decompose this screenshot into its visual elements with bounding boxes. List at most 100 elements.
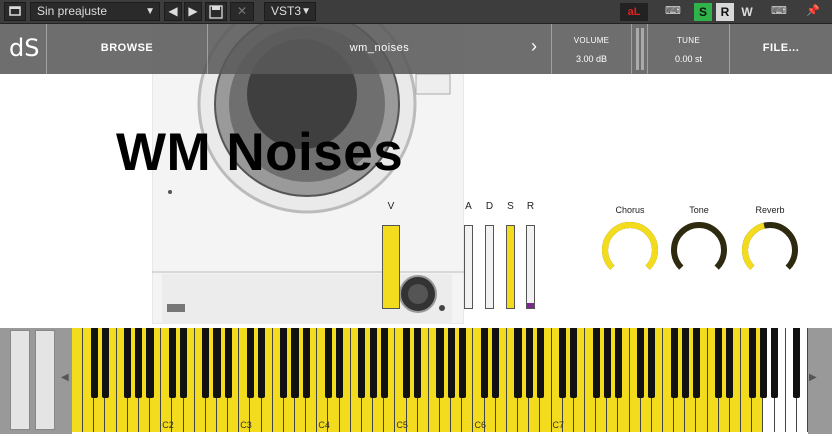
mod-wheel[interactable] <box>35 330 55 430</box>
black-key[interactable] <box>280 328 288 398</box>
prev-preset-button[interactable]: ◀ <box>164 2 182 21</box>
format-label: VST3 <box>271 4 302 18</box>
black-key[interactable] <box>692 328 701 398</box>
black-key[interactable] <box>603 328 611 398</box>
black-key[interactable] <box>793 328 801 398</box>
black-key[interactable] <box>592 328 600 398</box>
black-key[interactable] <box>447 328 455 398</box>
black-key[interactable] <box>670 328 678 398</box>
black-key[interactable] <box>481 328 489 398</box>
octave-label: C5 <box>396 420 408 430</box>
preset-dropdown[interactable]: Sin preajuste ▼ <box>30 2 160 21</box>
octave-down-arrow[interactable]: ◀ <box>61 372 73 386</box>
white-key[interactable] <box>72 328 84 432</box>
octave-label: C7 <box>552 420 565 430</box>
knob-label: Tone <box>689 205 709 215</box>
black-key[interactable] <box>90 328 98 398</box>
save-preset-button[interactable] <box>205 2 227 21</box>
black-key[interactable] <box>135 328 143 398</box>
black-key[interactable] <box>380 328 388 398</box>
chevron-right-icon[interactable]: › <box>531 36 537 57</box>
black-key[interactable] <box>146 328 154 398</box>
black-key[interactable] <box>291 328 299 398</box>
host-toolbar: Sin preajuste ▼ ◀ ▶ ✕ VST3 ▼ aL ⌨ S R W … <box>0 0 832 24</box>
al-button[interactable]: aL <box>620 3 648 21</box>
octave-label: C6 <box>474 420 486 430</box>
browse-label: BROWSE <box>100 42 154 54</box>
slider-label-v: V <box>387 201 395 212</box>
patch-name-display[interactable]: wm_noises › <box>208 24 552 74</box>
file-menu-button[interactable]: FILE... <box>730 24 832 74</box>
slider-r[interactable] <box>526 225 535 309</box>
slider-fill <box>527 303 534 308</box>
instrument-title: WM Noises <box>116 123 404 182</box>
black-key[interactable] <box>358 328 366 398</box>
save-icon <box>209 5 223 19</box>
black-key[interactable] <box>748 328 756 398</box>
pin-icon[interactable]: 📌 <box>804 2 822 21</box>
patch-name: wm_noises <box>349 42 410 54</box>
toggle-w-button[interactable]: W <box>738 3 756 21</box>
black-key[interactable] <box>436 328 444 398</box>
black-key[interactable] <box>168 328 176 398</box>
black-key[interactable] <box>458 328 466 398</box>
slider-label-a: A <box>465 201 472 212</box>
tune-value: 0.00 st <box>674 54 703 64</box>
toggle-r-button[interactable]: R <box>716 3 734 21</box>
next-preset-button[interactable]: ▶ <box>184 2 202 21</box>
browse-button[interactable]: BROWSE <box>47 24 208 74</box>
black-key[interactable] <box>637 328 645 398</box>
tune-control[interactable]: TUNE 0.00 st <box>648 24 730 74</box>
black-key[interactable] <box>414 328 422 398</box>
black-key[interactable] <box>715 328 723 398</box>
black-key[interactable] <box>759 328 767 398</box>
black-key[interactable] <box>179 328 188 398</box>
slider-fill <box>383 226 399 308</box>
black-key[interactable] <box>324 328 333 398</box>
slider-label-r: R <box>526 201 535 212</box>
black-key[interactable] <box>681 328 689 398</box>
black-key[interactable] <box>492 328 500 398</box>
keyboard-map-icon[interactable]: ⌨ <box>658 2 688 21</box>
black-key[interactable] <box>213 328 221 398</box>
preset-name: Sin preajuste <box>37 4 108 18</box>
knob-tone[interactable]: Tone <box>668 205 730 282</box>
octave-up-arrow[interactable]: ▶ <box>809 372 821 386</box>
black-key[interactable] <box>246 328 254 398</box>
black-key[interactable] <box>258 328 266 398</box>
black-key[interactable] <box>536 328 544 398</box>
slider-label-d: D <box>485 201 494 212</box>
window-icon-button[interactable] <box>4 2 26 21</box>
black-key[interactable] <box>525 328 533 398</box>
black-key[interactable] <box>770 328 779 398</box>
toggle-s-button[interactable]: S <box>694 3 712 21</box>
delete-preset-button[interactable]: ✕ <box>230 2 254 21</box>
keyboard-icon[interactable]: ⌨ <box>764 2 794 21</box>
black-key[interactable] <box>726 328 734 398</box>
black-key[interactable] <box>336 328 344 398</box>
black-key[interactable] <box>101 328 109 398</box>
black-key[interactable] <box>559 328 567 398</box>
format-dropdown[interactable]: VST3 ▼ <box>264 2 316 21</box>
black-key[interactable] <box>514 328 522 398</box>
slider-d[interactable] <box>485 225 494 309</box>
black-key[interactable] <box>202 328 210 398</box>
knob-reverb[interactable]: Reverb <box>739 205 801 282</box>
slider-v[interactable] <box>382 225 400 309</box>
black-key[interactable] <box>648 328 656 398</box>
volume-control[interactable]: VOLUME 3.00 dB <box>552 24 632 74</box>
pitch-wheel[interactable] <box>10 330 30 430</box>
black-key[interactable] <box>124 328 132 398</box>
knob-chorus[interactable]: Chorus <box>599 205 661 282</box>
black-key[interactable] <box>402 328 411 398</box>
piano-keyboard: C2 C3 C4 C5 C6 C7 ◀ ▶ <box>0 328 832 434</box>
slider-s[interactable] <box>506 225 515 309</box>
slider-a[interactable] <box>464 225 473 309</box>
volume-label: VOLUME <box>573 36 610 45</box>
black-key[interactable] <box>614 328 622 398</box>
black-key[interactable] <box>570 328 578 398</box>
black-key[interactable] <box>224 328 232 398</box>
black-key[interactable] <box>369 328 377 398</box>
logo-cell: dS <box>0 24 47 74</box>
black-key[interactable] <box>302 328 310 398</box>
